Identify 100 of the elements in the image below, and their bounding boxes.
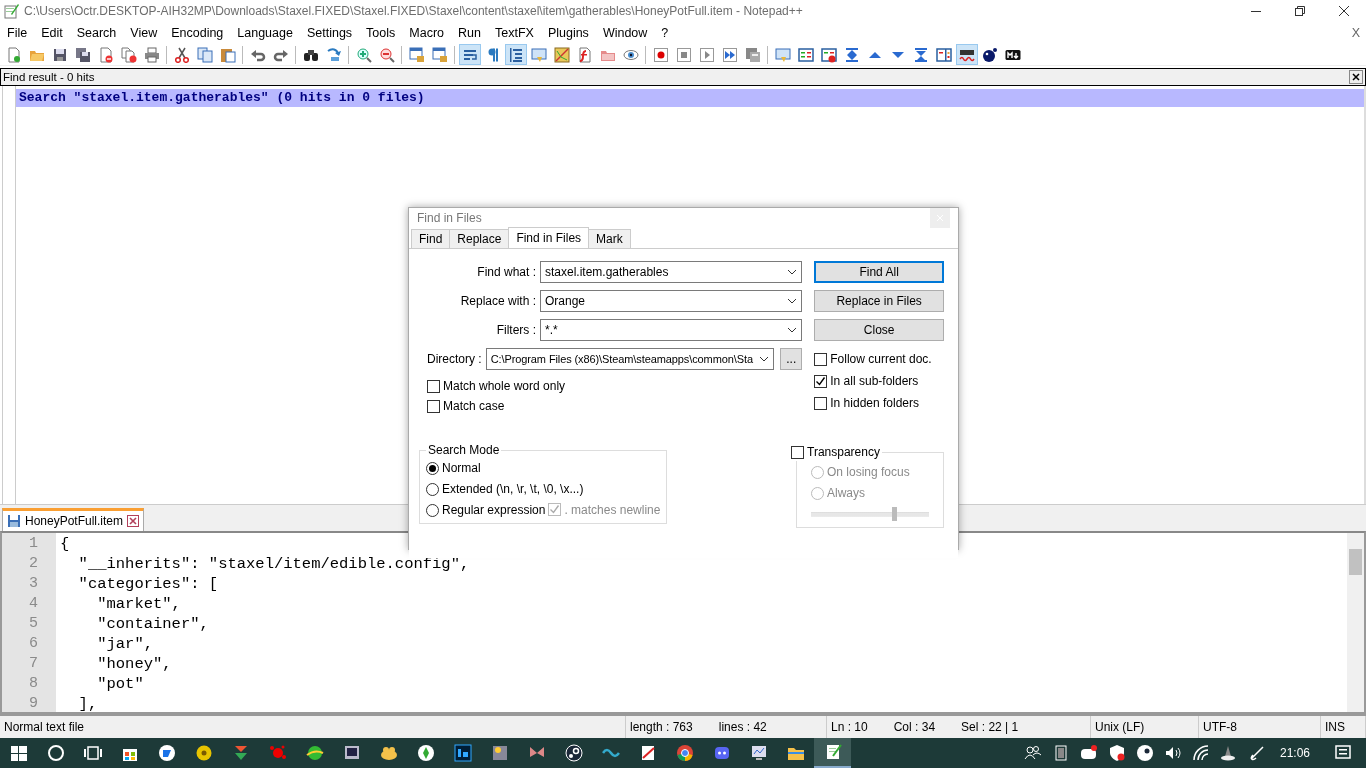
chart-monitor-icon[interactable] xyxy=(749,744,768,762)
status-text: Col : 34 xyxy=(893,720,936,734)
photoshop-icon[interactable] xyxy=(453,744,472,762)
code-line: "pot" xyxy=(96,675,144,693)
status-text: INS xyxy=(1325,720,1345,734)
group-title: Search Mode xyxy=(427,443,501,457)
menu-item[interactable]: Plugins xyxy=(540,26,596,40)
browse-button[interactable]: ... xyxy=(780,348,803,370)
field-label: Directory : xyxy=(427,352,482,366)
checkbox-label: Match case xyxy=(443,399,505,413)
menu-item[interactable]: File xyxy=(0,26,35,40)
chevron-down-icon xyxy=(759,356,770,362)
dropdown-field[interactable]: *.* xyxy=(540,319,803,341)
circle-icon[interactable] xyxy=(46,744,65,762)
notification-icon[interactable] xyxy=(1334,744,1352,762)
task-view-icon[interactable] xyxy=(83,744,102,762)
close-icon[interactable] xyxy=(1338,5,1350,17)
menu-item[interactable]: Window xyxy=(595,26,655,40)
dialog-button[interactable]: Close xyxy=(814,319,944,341)
chrome-icon[interactable] xyxy=(675,744,694,762)
line-number: 8 xyxy=(28,674,39,694)
checkbox[interactable] xyxy=(427,399,440,413)
slider-thumb[interactable] xyxy=(891,507,897,521)
dropdown-field[interactable]: C:\Program Files (x86)\Steam\steamapps\common\Sta xyxy=(485,348,775,370)
menu-item[interactable]: TextFX xyxy=(487,26,541,40)
dialog-button[interactable]: Find All xyxy=(814,261,944,283)
dialog-title: Find in Files xyxy=(417,211,482,225)
checkbox[interactable] xyxy=(791,445,804,459)
code-line: "jar", xyxy=(96,635,153,653)
line-number: 7 xyxy=(28,654,39,674)
leaf-icon[interactable] xyxy=(416,744,435,762)
line-number: 6 xyxy=(28,634,39,654)
dialog-tab[interactable]: Mark xyxy=(588,229,631,248)
clock: 21:06 xyxy=(1279,746,1310,760)
line-number: 5 xyxy=(28,614,39,634)
dropdown-field[interactable]: staxel.item.gatherables xyxy=(540,261,803,283)
menu-item[interactable]: ? xyxy=(654,26,676,40)
menu-item[interactable]: Run xyxy=(451,26,488,40)
menu-item[interactable]: Language xyxy=(230,26,300,40)
code-line: "__inherits": "staxel/item/edible.config", xyxy=(77,555,470,573)
checkbox[interactable] xyxy=(814,396,828,410)
line-number: 2 xyxy=(28,554,39,574)
checkbox[interactable] xyxy=(427,379,440,393)
dropdown-field[interactable]: Orange xyxy=(540,290,803,312)
radio-label: Regular expression xyxy=(442,503,546,517)
spellcheck-icon[interactable] xyxy=(955,44,978,65)
field-label: Find what : xyxy=(476,265,536,279)
indent-guide-icon[interactable] xyxy=(504,44,527,65)
code-line: "categories": [ xyxy=(77,575,219,593)
line-number: 4 xyxy=(28,594,39,614)
radio-button[interactable] xyxy=(811,486,824,500)
menu-item[interactable]: Edit xyxy=(34,26,70,40)
radio-button[interactable] xyxy=(426,461,439,475)
document-tab[interactable]: HoneyPotFull.item xyxy=(2,508,145,531)
shield-icon[interactable] xyxy=(1107,744,1126,762)
checkbox-label: Transparency xyxy=(807,445,880,459)
code-line: "container", xyxy=(96,615,209,633)
wifi-icon[interactable] xyxy=(1191,744,1210,762)
splat-icon[interactable] xyxy=(268,744,287,762)
word-wrap-icon[interactable] xyxy=(458,44,481,65)
dialog-tab[interactable]: Find xyxy=(411,229,451,248)
radio-label: On losing focus xyxy=(827,465,910,479)
chevron-down-icon xyxy=(787,269,798,275)
radio-label: Extended (\n, \r, \t, \0, \x...) xyxy=(442,482,584,496)
checkbox[interactable] xyxy=(814,374,828,388)
line-number: 3 xyxy=(28,574,39,594)
chevron-down-icon xyxy=(787,298,798,304)
dialog-tab[interactable]: Replace xyxy=(449,229,510,248)
restore-icon[interactable] xyxy=(1294,5,1306,17)
scrollbar[interactable] xyxy=(1347,533,1364,712)
menu-item[interactable]: Macro xyxy=(402,26,452,40)
dialog-button[interactable]: Replace in Files xyxy=(814,290,944,312)
menu-item[interactable]: Encoding xyxy=(164,26,231,40)
radio-label: Normal xyxy=(442,461,481,475)
planet-icon[interactable] xyxy=(305,744,324,762)
window-title: C:\Users\Octr.DESKTOP-AIH32MP\Downloads\Staxel.FIXED\Staxel.FIXED\Staxel\content\staxel\item\gatherables\HoneyPotFull.item - Notepad++ xyxy=(24,4,804,18)
checkbox-label: In all sub-folders xyxy=(830,374,919,388)
radio-button[interactable] xyxy=(426,503,439,517)
monitor-icon[interactable] xyxy=(342,744,361,762)
checkbox[interactable] xyxy=(814,352,828,366)
menu-item[interactable]: Settings xyxy=(299,26,360,40)
windows-icon[interactable] xyxy=(9,744,28,762)
code-line: ], xyxy=(77,695,98,713)
menu-item[interactable]: View xyxy=(123,26,165,40)
menu-item[interactable]: Search xyxy=(69,26,124,40)
notepad-icon xyxy=(3,3,19,19)
radio-label: Always xyxy=(827,486,865,500)
field-label: Filters : xyxy=(495,323,536,337)
checkbox-label: Match whole word only xyxy=(443,379,566,393)
status-text: lines : 42 xyxy=(718,720,767,734)
code-line: "market", xyxy=(96,595,181,613)
menu-item[interactable]: Tools xyxy=(359,26,403,40)
field-label: Replace with : xyxy=(459,294,536,308)
line-number: 1 xyxy=(28,534,39,554)
radio-button[interactable] xyxy=(811,465,824,479)
close-document-button[interactable]: X xyxy=(1344,26,1366,40)
radio-button[interactable] xyxy=(426,482,439,496)
status-text: Normal text file xyxy=(4,720,85,734)
close-icon[interactable] xyxy=(1349,70,1363,84)
people-icon[interactable] xyxy=(1023,744,1042,762)
